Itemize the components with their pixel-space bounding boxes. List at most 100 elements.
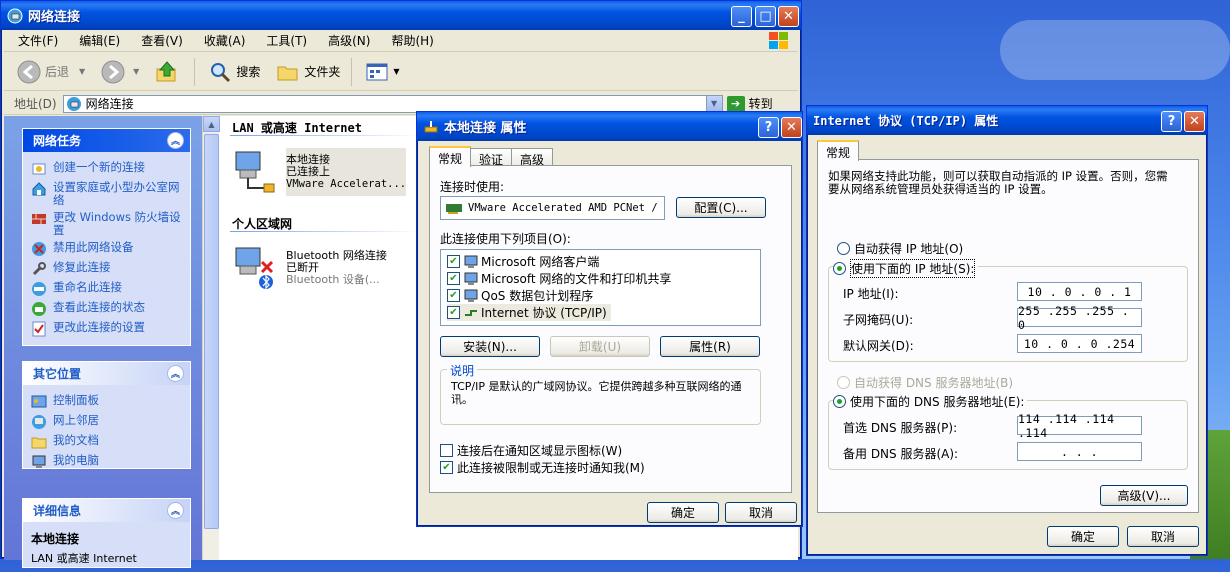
item-checkbox[interactable]: ✔	[447, 306, 460, 319]
item-checkbox[interactable]: ✔	[447, 289, 460, 302]
preferred-dns-input[interactable]: 114 .114 .114 .114	[1017, 412, 1142, 440]
list-item-selected[interactable]: ✔ Internet 协议 (TCP/IP)	[447, 304, 611, 321]
ip-address-input[interactable]: 10 . 0 . 0 . 1	[1017, 282, 1142, 301]
tcpip-help-button[interactable]: ?	[1161, 111, 1182, 132]
auto-ip-radio[interactable]	[837, 242, 850, 255]
details-header[interactable]: 详细信息 ︽	[23, 499, 190, 522]
up-folder-button[interactable]	[152, 57, 186, 87]
show-icon-option[interactable]: 连接后在通知区域显示图标(W)	[440, 442, 622, 459]
maximize-button[interactable]: □	[755, 6, 776, 27]
other-places-header[interactable]: 其它位置 ︽	[23, 362, 190, 385]
minimize-button[interactable]: _	[731, 6, 752, 27]
up-folder-icon	[156, 60, 176, 81]
explorer-titlebar[interactable]: 网络连接 _ □ ✕	[1, 1, 801, 30]
vertical-scrollbar[interactable]: ▲	[202, 116, 220, 560]
scroll-thumb[interactable]	[204, 134, 219, 529]
manual-ip-option[interactable]: 使用下面的 IP 地址(S):	[833, 259, 979, 278]
manual-ip-radio[interactable]	[833, 262, 846, 275]
subnet-mask-input[interactable]: 255 .255 .255 . 0	[1017, 304, 1142, 332]
tab-advanced[interactable]: 高级	[511, 148, 554, 167]
show-icon-checkbox[interactable]	[440, 444, 453, 457]
notify-limited-checkbox[interactable]: ✔	[440, 461, 453, 474]
menu-file[interactable]: 文件(F)	[18, 32, 58, 49]
menu-tools[interactable]: 工具(T)	[266, 32, 307, 49]
notify-limited-option[interactable]: ✔ 此连接被限制或无连接时通知我(M)	[440, 459, 645, 476]
gateway-input[interactable]: 10 . 0 . 0 .254	[1017, 334, 1142, 353]
address-dropdown-icon[interactable]: ▼	[705, 95, 722, 112]
properties-button[interactable]: 属性(R)	[660, 336, 760, 357]
back-button[interactable]: 后退 ▼	[14, 57, 88, 87]
views-button[interactable]: ▼	[362, 57, 402, 87]
properties-body: 常规 验证 高级 连接时使用: VMware Accelerated AMD P…	[421, 141, 798, 523]
place-my-documents[interactable]: 我的文档	[31, 434, 184, 450]
task-view-status[interactable]: 查看此连接的状态	[31, 301, 184, 317]
forward-dropdown-icon[interactable]: ▼	[133, 67, 139, 76]
alternate-dns-input[interactable]: . . .	[1017, 442, 1142, 461]
tcpip-titlebar[interactable]: Internet 协议 (TCP/IP) 属性 ? ✕	[807, 106, 1207, 135]
task-create-connection[interactable]: 创建一个新的连接	[31, 161, 184, 177]
connection-local[interactable]: 本地连接 已连接上 VMware Accelerat...	[232, 148, 407, 196]
back-dropdown-icon[interactable]: ▼	[79, 67, 85, 76]
properties-ok-button[interactable]: 确定	[647, 502, 719, 523]
address-label: 地址(D)	[14, 97, 57, 111]
properties-titlebar[interactable]: 本地连接 属性 ? ✕	[417, 112, 802, 141]
tcpip-cancel-button[interactable]: 取消	[1127, 526, 1199, 547]
tcpip-ok-button[interactable]: 确定	[1047, 526, 1119, 547]
folders-button[interactable]: 文件夹	[273, 57, 343, 87]
auto-ip-option[interactable]: 自动获得 IP 地址(O)	[837, 240, 963, 257]
search-button[interactable]: 搜索	[205, 57, 263, 87]
tab-general[interactable]: 常规	[429, 146, 472, 167]
manual-dns-option[interactable]: 使用下面的 DNS 服务器地址(E):	[833, 393, 1028, 410]
items-label: 此连接使用下列项目(O):	[440, 232, 571, 246]
place-my-computer[interactable]: 我的电脑	[31, 454, 184, 470]
tcpip-close-button[interactable]: ✕	[1184, 111, 1205, 132]
lan-connection-icon	[232, 148, 280, 196]
task-disable-device[interactable]: 禁用此网络设备	[31, 241, 184, 257]
tab-authentication[interactable]: 验证	[470, 148, 513, 167]
forward-button[interactable]: ▼	[98, 57, 142, 87]
install-button[interactable]: 安装(N)...	[440, 336, 540, 357]
menu-favorites[interactable]: 收藏(A)	[204, 32, 246, 49]
list-item[interactable]: ✔ QoS 数据包计划程序	[447, 287, 593, 304]
address-input[interactable]: 网络连接 ▼	[62, 94, 723, 113]
item-checkbox[interactable]: ✔	[447, 272, 460, 285]
connection-bluetooth[interactable]: Bluetooth 网络连接 已断开 Bluetooth 设备(...	[232, 244, 387, 292]
menu-advanced[interactable]: 高级(N)	[328, 32, 370, 49]
go-button[interactable]: ➔ 转到	[726, 95, 773, 112]
task-home-network[interactable]: 设置家庭或小型办公室网络	[31, 181, 184, 207]
manual-dns-radio[interactable]	[833, 395, 846, 408]
views-dropdown-icon[interactable]: ▼	[393, 67, 399, 76]
uninstall-button[interactable]: 卸载(U)	[550, 336, 650, 357]
task-rename-connection[interactable]: 重命名此连接	[31, 281, 184, 297]
scroll-up-icon[interactable]: ▲	[203, 116, 220, 132]
task-change-settings[interactable]: 更改此连接的设置	[31, 321, 184, 337]
auto-dns-radio[interactable]	[837, 376, 850, 389]
menu-view[interactable]: 查看(V)	[141, 32, 183, 49]
list-item[interactable]: ✔ Microsoft 网络客户端	[447, 253, 599, 270]
menu-help[interactable]: 帮助(H)	[391, 32, 433, 49]
item-checkbox[interactable]: ✔	[447, 255, 460, 268]
place-control-panel[interactable]: 控制面板	[31, 394, 184, 410]
network-tasks-header[interactable]: 网络任务 ︽	[23, 129, 190, 152]
properties-cancel-button[interactable]: 取消	[725, 502, 797, 523]
task-repair-connection[interactable]: 修复此连接	[31, 261, 184, 277]
properties-close-button[interactable]: ✕	[781, 117, 802, 138]
description-text: TCP/IP 是默认的广域网协议。它提供跨越多种互联网络的通讯。	[451, 380, 742, 406]
tab-general[interactable]: 常规	[817, 140, 860, 161]
help-button[interactable]: ?	[758, 117, 779, 138]
connection-local-status: 已连接上	[286, 165, 330, 178]
place-network-neighborhood[interactable]: 网上邻居	[31, 414, 184, 430]
my-computer-icon	[32, 455, 46, 468]
list-item[interactable]: ✔ Microsoft 网络的文件和打印机共享	[447, 270, 671, 287]
preferred-dns-label: 首选 DNS 服务器(P):	[843, 421, 958, 435]
close-button[interactable]: ✕	[778, 6, 799, 27]
adapter-name: VMware Accelerated AMD PCNet /	[468, 202, 658, 214]
task-firewall-settings[interactable]: 更改 Windows 防火墙设置	[31, 211, 184, 237]
collapse-icon[interactable]: ︽	[167, 502, 184, 519]
collapse-icon[interactable]: ︽	[167, 365, 184, 382]
collapse-icon[interactable]: ︽	[167, 132, 184, 149]
advanced-button[interactable]: 高级(V)...	[1100, 485, 1188, 506]
auto-dns-option[interactable]: 自动获得 DNS 服务器地址(B)	[837, 374, 1013, 391]
menu-edit[interactable]: 编辑(E)	[79, 32, 120, 49]
configure-button[interactable]: 配置(C)...	[676, 197, 766, 218]
